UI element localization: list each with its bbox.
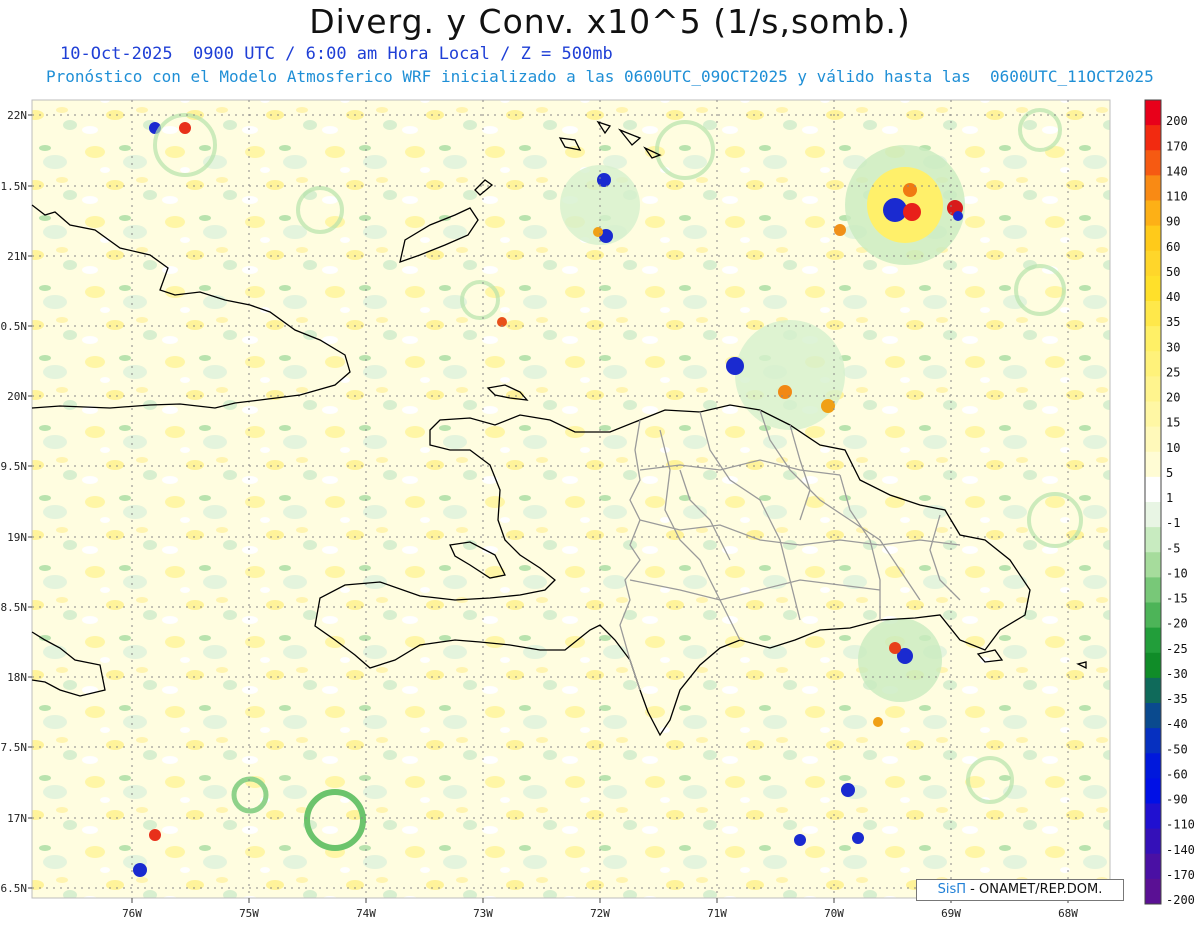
colorbar-swatch	[1145, 175, 1161, 201]
colorbar-label: 1	[1166, 491, 1173, 505]
colorbar-label: -110	[1166, 818, 1195, 832]
lat-label: 21N	[7, 250, 27, 263]
colorbar-swatch	[1145, 677, 1161, 704]
lat-label: 22N	[7, 109, 27, 122]
colorbar-label: 10	[1166, 441, 1180, 455]
lon-label: 69W	[941, 907, 961, 920]
credit-box: SisΠ - ONAMET/REP.DOM.	[916, 879, 1124, 901]
colorbar-swatch	[1145, 150, 1161, 176]
lon-label: 76W	[122, 907, 142, 920]
colorbar-swatch	[1145, 125, 1161, 151]
colorbar-label: 60	[1166, 240, 1180, 254]
lat-label: 0.5N	[1, 320, 28, 333]
colorbar-label: 90	[1166, 215, 1180, 229]
lat-label: 1.5N	[1, 180, 28, 193]
colorbar-swatch	[1145, 803, 1161, 830]
colorbar-swatch	[1145, 878, 1161, 905]
colorbar: 200 170 140 110 90 60 50 40 35 30 25 20 15 10 5 1 -1 -5 -1…	[1144, 99, 1195, 907]
colorbar-label: -20	[1166, 617, 1188, 631]
lat-ticks	[28, 114, 32, 889]
colorbar-swatch	[1145, 703, 1161, 729]
colorbar-swatch	[1145, 100, 1161, 126]
colorbar-swatch	[1145, 527, 1161, 553]
colorbar-label: -15	[1166, 592, 1188, 606]
colorbar-swatch	[1145, 401, 1161, 428]
lat-label: 6.5N	[1, 882, 28, 895]
colorbar-label: -50	[1166, 742, 1188, 756]
colorbar-label: 5	[1166, 466, 1173, 480]
colorbar-label: 15	[1166, 416, 1180, 430]
lon-label: 74W	[356, 907, 376, 920]
lon-label: 68W	[1058, 907, 1078, 920]
colorbar-swatch	[1145, 200, 1161, 227]
colorbar-label: -200	[1166, 893, 1195, 907]
colorbar-swatch	[1145, 627, 1161, 654]
colorbar-label: -35	[1166, 692, 1188, 706]
colorbar-label: -10	[1166, 566, 1188, 580]
colorbar-label: -140	[1166, 843, 1195, 857]
colorbar-label: 35	[1166, 315, 1180, 329]
colorbar-swatch	[1145, 552, 1161, 578]
colorbar-swatch	[1145, 652, 1161, 679]
colorbar-label: 140	[1166, 164, 1188, 178]
credit-brand: SisΠ	[937, 882, 967, 897]
colorbar-swatch	[1145, 351, 1161, 377]
lon-axis: 76W 75W 74W 73W 72W 71W 70W 69W 68W	[122, 907, 1078, 920]
colorbar-swatch	[1145, 451, 1161, 478]
colorbar-swatch	[1145, 753, 1161, 779]
lat-label: 20N	[7, 390, 27, 403]
colorbar-swatch	[1145, 502, 1161, 528]
lat-label: 7.5N	[1, 741, 28, 754]
colorbar-swatch	[1145, 476, 1161, 503]
map-canvas: 22N 1.5N 21N 0.5N 20N 9.5N 19N 8.5N 18N …	[1, 99, 1195, 920]
colorbar-swatch	[1145, 577, 1161, 603]
colorbar-swatch	[1145, 376, 1161, 402]
lon-label: 70W	[824, 907, 844, 920]
colorbar-label: 110	[1166, 190, 1188, 204]
lat-axis: 22N 1.5N 21N 0.5N 20N 9.5N 19N 8.5N 18N …	[1, 109, 28, 895]
lon-label: 72W	[590, 907, 610, 920]
lat-label: 18N	[7, 671, 27, 684]
colorbar-label: 25	[1166, 365, 1180, 379]
colorbar-swatch	[1145, 602, 1161, 629]
lon-label: 73W	[473, 907, 493, 920]
colorbar-label: -60	[1166, 767, 1188, 781]
colorbar-label: -170	[1166, 868, 1195, 882]
colorbar-label: 40	[1166, 290, 1180, 304]
colorbar-label: -5	[1166, 541, 1180, 555]
colorbar-label: -30	[1166, 667, 1188, 681]
credit-text: - ONAMET/REP.DOM.	[966, 882, 1103, 897]
colorbar-swatch	[1145, 728, 1161, 754]
colorbar-swatch	[1145, 250, 1161, 277]
lon-label: 71W	[707, 907, 727, 920]
colorbar-swatch	[1145, 778, 1161, 804]
colorbar-swatch	[1145, 301, 1161, 327]
colorbar-swatch	[1145, 225, 1161, 252]
lat-label: 8.5N	[1, 601, 28, 614]
colorbar-label: 170	[1166, 139, 1188, 153]
lon-label: 75W	[239, 907, 259, 920]
colorbar-label: 200	[1166, 114, 1188, 128]
colorbar-swatch	[1145, 828, 1161, 855]
lat-label: 17N	[7, 812, 27, 825]
colorbar-swatch	[1145, 326, 1161, 352]
colorbar-swatch	[1145, 275, 1161, 302]
colorbar-swatch	[1145, 853, 1161, 880]
colorbar-swatch	[1145, 426, 1161, 453]
divergence-field	[32, 100, 1110, 898]
colorbar-label: -90	[1166, 793, 1188, 807]
lat-label: 9.5N	[1, 460, 28, 473]
colorbar-label: 30	[1166, 340, 1180, 354]
colorbar-label: 50	[1166, 265, 1180, 279]
colorbar-label: -25	[1166, 642, 1188, 656]
lat-label: 19N	[7, 531, 27, 544]
colorbar-label: -40	[1166, 717, 1188, 731]
colorbar-label: -1	[1166, 516, 1180, 530]
colorbar-label: 20	[1166, 391, 1180, 405]
